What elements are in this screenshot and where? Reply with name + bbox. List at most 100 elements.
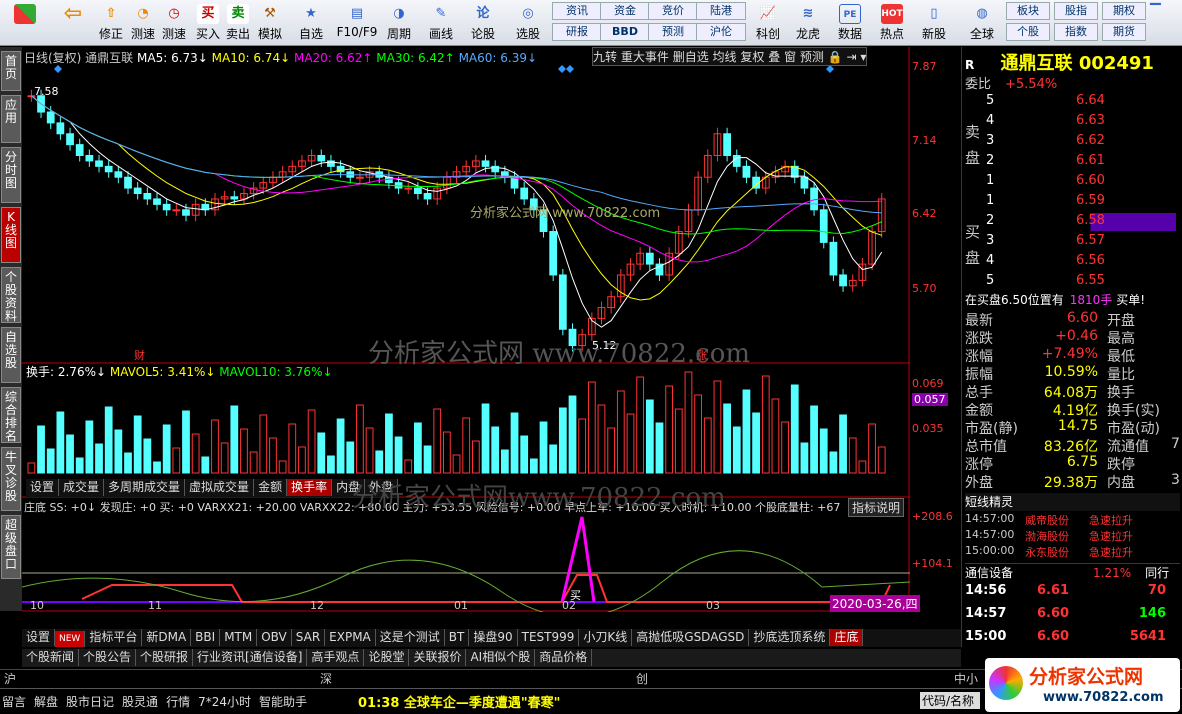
period-button[interactable]: ◑ 周期 [382,2,416,44]
sell-row[interactable]: 2 6.61 [986,153,1176,171]
code-search-input[interactable]: 代码/名称 [920,692,980,709]
stock-select-button[interactable]: ◎ 选股 [508,2,548,44]
layout-button[interactable] [4,2,46,44]
nav-profile[interactable]: 个股资料 [1,267,21,323]
global-button[interactable]: ◍ 全球 [962,2,1002,44]
speed-button[interactable]: ◷ 测速 [160,2,188,44]
buy-row[interactable]: 4 6.56 [986,253,1176,271]
index-button[interactable]: 指数 [1054,23,1098,41]
star-market-button[interactable]: 📈 科创 [750,2,786,44]
news-tab[interactable]: 个股公告 [79,649,137,666]
buy-row[interactable]: 1 6.59 [986,193,1176,211]
indicator-tab[interactable]: 操盘90 [469,629,518,646]
sell-row[interactable]: 3 6.62 [986,133,1176,151]
nav-watchlist[interactable]: 自选股 [1,327,21,383]
speed-test-button[interactable]: ◔ 测速 [128,2,158,44]
nav-diagnosis[interactable]: 牛叉诊股 [1,447,21,511]
indicator-tab[interactable]: NEW [55,631,86,647]
btn-ma[interactable]: 均线 [713,50,737,64]
status-item[interactable]: 行情 [166,695,190,709]
vol-tab-settings[interactable]: 设置 [26,479,60,496]
f10-button[interactable]: ▤ F10/F9 [334,2,380,44]
hk-link-button[interactable]: 陆港 [696,2,746,20]
btn-remove-watch[interactable]: 删自选 [673,50,709,64]
stock-button[interactable]: 个股 [1006,23,1050,41]
btn-overlay[interactable]: 叠 [768,50,780,64]
indicator-tab[interactable]: EXPMA [325,629,376,646]
index-sh[interactable]: 沪 [4,670,16,687]
indicator-tab[interactable]: 高抛低吸GSDAGSD [632,629,750,646]
index-cy[interactable]: 创 [636,670,648,687]
shanghai-london-button[interactable]: 沪伦 [696,23,746,41]
news-tab[interactable]: 关联报价 [409,649,467,666]
vol-tab-virtual[interactable]: 虚拟成交量 [185,479,255,496]
options-button[interactable]: 期权 [1102,2,1146,20]
back-button[interactable]: ⇦ [52,2,94,44]
indicator-tab[interactable]: 小刀K线 [579,629,633,646]
indicator-tab[interactable]: TEST999 [518,629,580,646]
dropdown-icon[interactable]: ▾ [860,50,866,64]
sell-row[interactable]: 1 6.60 [986,173,1176,191]
news-tab[interactable]: AI相似个股 [466,649,536,666]
news-tab[interactable]: 论股堂 [364,649,410,666]
sector-button[interactable]: 板块 [1006,2,1050,20]
news-ticker[interactable]: 01:38 全球车企—季度遭遇"春寒" [358,692,560,711]
fund-button[interactable]: 资金 [600,2,650,20]
indicator-tab[interactable]: 庄底 [830,629,864,646]
minimize-icon[interactable]: ▔ [1150,4,1161,20]
index-zx[interactable]: 中小 [954,670,978,687]
discuss-button[interactable]: 论论股 [466,2,500,44]
nav-apps[interactable]: 应用 [1,95,21,143]
research-button[interactable]: 研报 [552,23,602,41]
vol-tab-turnover[interactable]: 换手率 [287,479,333,496]
futures-button[interactable]: 期货 [1102,23,1146,41]
status-item[interactable]: 解盘 [34,695,58,709]
sell-button[interactable]: 卖卖出 [224,2,252,44]
news-tab[interactable]: 行业资讯[通信设备] [193,649,308,666]
data-button[interactable]: PE 数据 [832,2,868,44]
nav-kline[interactable]: K线图 [1,207,21,263]
sell-row[interactable]: 5 6.64 [986,93,1176,111]
nav-home[interactable]: 首页 [1,51,21,91]
indicator-tab[interactable]: 指标平台 [85,629,143,646]
status-item[interactable]: 智能助手 [259,695,307,709]
dragon-button[interactable]: ≋ 龙虎 [790,2,826,44]
bbd-button[interactable]: BBD [600,23,650,41]
news-tab[interactable]: 高手观点 [307,649,365,666]
sell-row[interactable]: 4 6.63 [986,113,1176,131]
btn-window[interactable]: 窗 [784,50,796,64]
indicator-tab[interactable]: 这是个测试 [376,629,445,646]
index-sz[interactable]: 深 [320,670,332,687]
btn-events[interactable]: 重大事件 [621,50,669,64]
status-item[interactable]: 股灵通 [122,695,158,709]
indicator-tab[interactable]: 新DMA [142,629,192,646]
simulate-button[interactable]: ⚒ 模拟 [254,2,286,44]
watchlist-button[interactable]: ★ 自选 [294,2,328,44]
status-item[interactable]: 7*24小时 [198,695,251,709]
btn-nine[interactable]: 九转 [593,50,617,64]
modify-button[interactable]: ⇧ 修正 [96,2,126,44]
news-tab[interactable]: 个股新闻 [22,649,80,666]
industry-name[interactable]: 通信设备 [965,566,1013,580]
vol-tab-volume[interactable]: 成交量 [59,479,105,496]
info-button[interactable]: 资讯 [552,2,602,20]
vol-tab-multi[interactable]: 多周期成交量 [104,479,186,496]
indicator-tab[interactable]: MTM [220,629,258,646]
nav-super-board[interactable]: 超级盘口 [1,515,21,579]
indicator-tab[interactable]: SAR [292,629,326,646]
nav-intraday[interactable]: 分时图 [1,147,21,203]
lock-icon[interactable]: 🔒 [828,50,843,64]
forecast-button[interactable]: 预测 [648,23,698,41]
btn-predict[interactable]: 预测 [800,50,824,64]
btn-adjust[interactable]: 复权 [740,50,764,64]
indicator-tab[interactable]: 设置 [22,629,56,646]
indicator-tab[interactable]: OBV [257,629,292,646]
kline-svg[interactable]: 10 11 12 01 02 037.585.12财 涨买 [22,47,910,612]
auction-button[interactable]: 竞价 [648,2,698,20]
buy-row[interactable]: 3 6.57 [986,233,1176,251]
indicator-tab[interactable]: BT [445,629,470,646]
indicator-tab[interactable]: BBI [191,629,221,646]
draw-button[interactable]: ✎ 画线 [424,2,458,44]
ipo-button[interactable]: ▯ 新股 [916,2,952,44]
status-item[interactable]: 股市日记 [66,695,114,709]
